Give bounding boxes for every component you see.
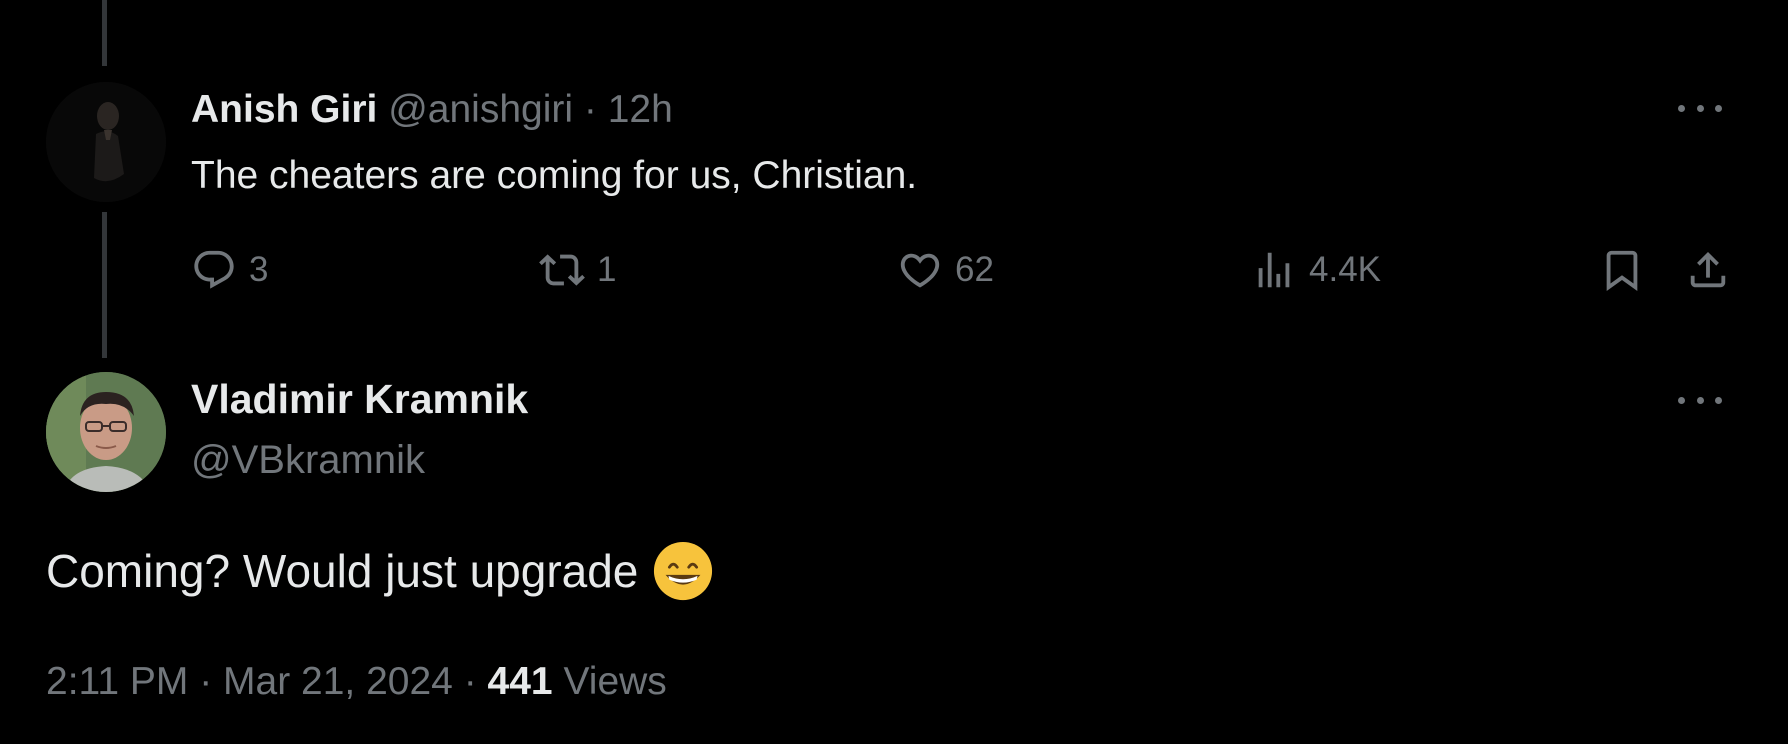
tweet-meta: 2:11 PM · Mar 21, 2024 · 441 Views [46,660,667,704]
handle[interactable]: @anishgiri [388,88,573,131]
more-icon[interactable] [1678,390,1722,410]
bookmark-icon [1606,250,1638,291]
avatar-photo-icon [46,82,166,202]
reply-button[interactable]: 3 [191,246,268,294]
post-time[interactable]: 2:11 PM [46,660,188,703]
retweet-count: 1 [597,250,617,289]
views-count: 441 [487,660,553,703]
views-count: 4.4K [1309,250,1381,289]
avatar[interactable] [46,372,166,492]
like-button[interactable]: 62 [897,246,994,294]
separator: · [583,88,597,131]
reply-count: 3 [249,250,269,289]
retweet-button[interactable]: 1 [539,246,616,294]
tweet-text: Coming? Would just upgrade [46,540,714,602]
timestamp[interactable]: 12h [608,88,673,131]
share-button[interactable] [1685,246,1743,294]
display-name[interactable]: Anish Giri [191,88,377,131]
thread-line-top [102,0,107,66]
reply-icon [194,250,234,289]
like-count: 62 [955,250,994,289]
like-icon [900,253,940,288]
share-icon [1690,251,1726,288]
more-icon[interactable] [1678,98,1722,118]
handle[interactable]: @VBkramnik [191,438,425,483]
display-name[interactable]: Vladimir Kramnik [191,376,528,423]
post-date[interactable]: Mar 21, 2024 [223,660,453,703]
bookmark-button[interactable] [1599,246,1657,294]
separator: · [463,660,477,703]
tweet-text-content: Coming? Would just upgrade [46,545,639,597]
reply-header: Anish Giri @anishgiri · 12h [191,86,673,134]
views-icon [1258,252,1290,288]
views-label: Views [563,660,667,703]
avatar-photo-icon [46,372,166,492]
thread-line-connector [102,212,107,358]
retweet-icon [539,254,585,286]
grinning-emoji-icon [654,541,713,601]
tweet-actions: 3 1 62 4.4K [191,246,1741,294]
tweet-text: The cheaters are coming for us, Christia… [191,154,918,197]
separator: · [199,660,213,703]
views-button[interactable]: 4.4K [1251,246,1381,294]
avatar[interactable] [46,82,166,202]
